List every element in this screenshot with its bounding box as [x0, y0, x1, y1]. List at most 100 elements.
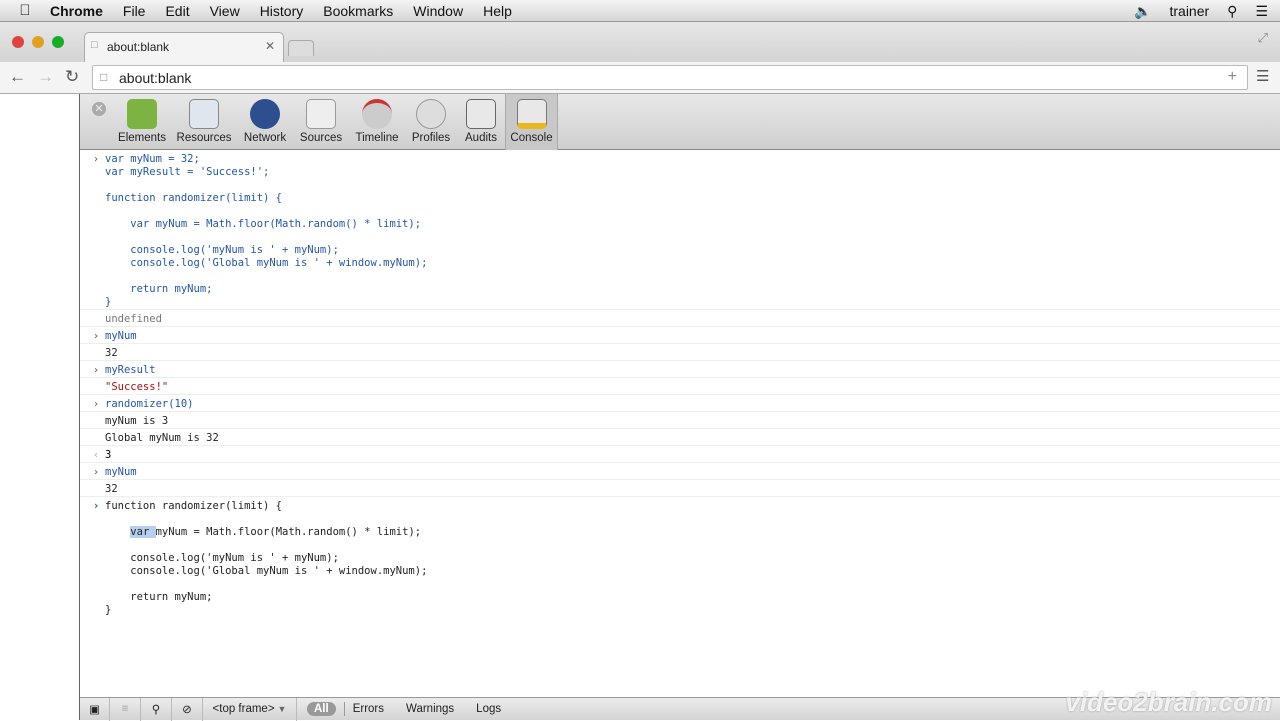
user-name[interactable]: trainer — [1169, 3, 1209, 19]
console-entry-input: › myNum — [80, 463, 1280, 480]
prompt-caret-icon: › — [93, 500, 100, 512]
back-icon[interactable]: ← — [9, 67, 26, 87]
input-caret-icon: › — [93, 154, 100, 165]
console-entry-output: 32 — [80, 344, 1280, 361]
console-icon — [516, 99, 547, 129]
page-icon: □ — [100, 70, 108, 84]
tab-resources[interactable]: Resources — [176, 94, 232, 150]
tab-audits[interactable]: Audits — [460, 94, 502, 150]
console-prompt[interactable]: › function randomizer(limit) { var myNum … — [80, 497, 1280, 617]
frame-select[interactable]: <top frame> ▼ — [203, 697, 297, 721]
tab-label: Profiles — [411, 132, 451, 144]
entry-text: "Success!" — [105, 381, 169, 393]
entry-text: myResult — [105, 364, 156, 376]
tab-elements[interactable]: Elements — [116, 94, 168, 150]
forward-icon[interactable]: → — [37, 67, 54, 87]
tab-timeline[interactable]: Timeline — [352, 94, 402, 150]
filter-logs[interactable]: Logs — [476, 703, 501, 715]
menu-edit[interactable]: Edit — [165, 3, 189, 19]
prompt-text: function randomizer(limit) { — [105, 500, 283, 512]
bookmark-plus-icon[interactable]: + — [1228, 68, 1237, 86]
frame-label: <top frame> — [212, 703, 275, 715]
watermark-logo: video2brain.com — [1065, 687, 1272, 717]
tab-network[interactable]: Network — [240, 94, 290, 150]
close-devtools-icon[interactable]: ✕ — [92, 102, 106, 116]
url-text: about:blank — [119, 70, 192, 86]
menu-bookmarks[interactable]: Bookmarks — [323, 3, 393, 19]
menu-window[interactable]: Window — [413, 3, 463, 19]
tab-console[interactable]: Console — [505, 94, 558, 150]
apple-icon[interactable]:  — [0, 2, 50, 19]
divider — [343, 702, 345, 716]
tab-label: Console — [510, 132, 553, 144]
input-caret-icon: › — [93, 399, 100, 410]
spotlight-icon[interactable]: ⚲ — [1227, 3, 1237, 20]
network-icon — [250, 99, 280, 129]
menu-icon[interactable]: ☰ — [1256, 67, 1269, 85]
list-icon[interactable]: ☰ — [1255, 3, 1268, 20]
console-entry-str: "Success!" — [80, 378, 1280, 395]
resources-icon — [189, 99, 219, 129]
audits-icon — [466, 99, 496, 129]
new-tab-button[interactable] — [288, 40, 314, 56]
entry-text: 3 — [105, 449, 112, 461]
console-entry-undef: undefined — [80, 310, 1280, 327]
tab-profiles[interactable]: Profiles — [408, 94, 454, 150]
clear-console-icon[interactable]: ⊘ — [172, 697, 203, 721]
show-drawer-icon[interactable]: ≡ — [110, 697, 141, 721]
console-entry-ret: ‹ 3 — [80, 446, 1280, 463]
console-entry-output: myNum is 3 — [80, 412, 1280, 429]
entry-text: var myNum = 32; var myResult = 'Success!… — [105, 153, 428, 308]
tab-label: Audits — [465, 132, 497, 144]
menu-view[interactable]: View — [210, 3, 240, 19]
input-caret-icon: › — [93, 331, 100, 342]
close-window-button[interactable] — [12, 36, 24, 48]
fullscreen-icon[interactable]: ⤢ — [1258, 30, 1268, 46]
tab-label: Network — [243, 132, 287, 144]
elements-icon — [127, 99, 157, 129]
filter-all[interactable]: All — [307, 702, 336, 716]
tab-strip: □ about:blank ✕ ⤢ — [0, 22, 1280, 62]
entry-text: randomizer(10) — [105, 398, 194, 410]
sources-icon — [306, 99, 336, 129]
entry-text: 32 — [105, 483, 118, 495]
minimize-window-button[interactable] — [32, 36, 44, 48]
volume-icon[interactable]: 🔈 — [1134, 3, 1151, 20]
dock-icon[interactable]: ▣ — [80, 697, 110, 721]
prompt-text-rest: myNum = Math.floor(Math.random() * limit… — [105, 526, 428, 616]
browser-toolbar: ← → ↻ □ about:blank + ☰ — [0, 62, 1280, 94]
profiles-icon — [416, 99, 446, 129]
console-entry-output: 32 — [80, 480, 1280, 497]
menu-help[interactable]: Help — [483, 3, 512, 19]
console-entry-input: › randomizer(10) — [80, 395, 1280, 412]
console-entry-output: Global myNum is 32 — [80, 429, 1280, 446]
console-entry-input: › myNum — [80, 327, 1280, 344]
selected-text: var — [130, 526, 156, 538]
tab-label: Resources — [176, 132, 232, 144]
search-icon[interactable]: ⚲ — [141, 697, 172, 721]
console-log[interactable]: › var myNum = 32; var myResult = 'Success… — [80, 150, 1280, 697]
filter-errors[interactable]: Errors — [353, 703, 384, 715]
tab-sources[interactable]: Sources — [298, 94, 344, 150]
zoom-window-button[interactable] — [52, 36, 64, 48]
page-icon: □ — [91, 39, 98, 51]
menu-history[interactable]: History — [260, 3, 304, 19]
entry-text: undefined — [105, 313, 162, 325]
tab-title: about:blank — [107, 40, 170, 54]
dropdown-arrow-icon: ▼ — [277, 704, 287, 714]
tab-about-blank[interactable]: □ about:blank ✕ — [84, 32, 284, 62]
tab-label: Timeline — [355, 132, 399, 144]
prompt-indent — [105, 526, 130, 538]
menu-bar:  Chrome File Edit View History Bookmark… — [0, 0, 1280, 22]
menu-app[interactable]: Chrome — [50, 3, 103, 19]
entry-text: myNum — [105, 330, 137, 342]
input-caret-icon: › — [93, 365, 100, 376]
tab-label: Elements — [118, 132, 166, 144]
filter-warnings[interactable]: Warnings — [406, 703, 454, 715]
address-bar[interactable]: □ about:blank + — [92, 65, 1248, 90]
page-viewport — [0, 94, 80, 720]
menu-file[interactable]: File — [123, 3, 146, 19]
reload-icon[interactable]: ↻ — [65, 67, 79, 87]
console-entry-input: › var myNum = 32; var myResult = 'Success… — [80, 150, 1280, 310]
close-tab-icon[interactable]: ✕ — [265, 39, 275, 53]
